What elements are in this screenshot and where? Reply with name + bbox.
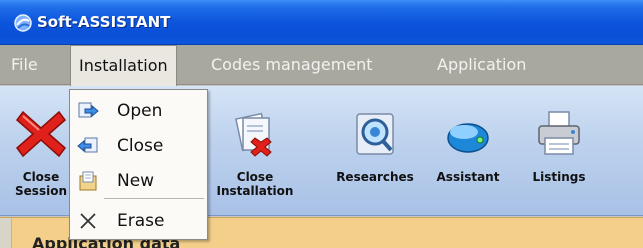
close-installation-label-line1: Close	[236, 170, 274, 184]
title-bar: Soft-ASSISTANT	[0, 0, 643, 45]
menu-option-close[interactable]: Close	[70, 131, 207, 161]
close-label: Close	[117, 136, 164, 156]
close-arrow-icon	[76, 134, 100, 158]
menu-option-open[interactable]: Open	[70, 96, 207, 126]
menu-file[interactable]: File	[3, 45, 46, 85]
magnifier-icon	[349, 108, 401, 160]
printer-icon	[533, 108, 585, 160]
researches-button[interactable]: Researches	[327, 86, 423, 214]
listings-button[interactable]: Listings	[519, 86, 599, 214]
close-session-button[interactable]: Close Session	[8, 86, 74, 214]
researches-label: Researches	[336, 170, 414, 184]
menu-bar: File Installation Codes management Appli…	[0, 45, 643, 89]
new-label: New	[117, 171, 155, 191]
open-arrow-icon	[76, 99, 100, 123]
menu-application[interactable]: Application	[429, 45, 534, 85]
installation-dropdown-menu: Open Close New Erase	[69, 89, 208, 240]
erase-x-icon	[76, 209, 100, 233]
listings-label: Listings	[532, 170, 586, 184]
close-installation-button[interactable]: Close Installation	[215, 86, 295, 214]
menu-separator	[104, 198, 204, 199]
red-x-icon	[15, 108, 67, 160]
window-title: Soft-ASSISTANT	[37, 13, 171, 31]
menu-installation[interactable]: Installation	[70, 45, 177, 89]
open-label: Open	[117, 101, 163, 121]
menu-option-new[interactable]: New	[70, 166, 207, 196]
assistant-device-icon	[442, 108, 494, 160]
new-document-icon	[76, 169, 100, 193]
assistant-label: Assistant	[436, 170, 500, 184]
menu-option-erase[interactable]: Erase	[70, 206, 207, 236]
app-logo-icon	[13, 13, 33, 37]
assistant-button[interactable]: Assistant	[428, 86, 508, 214]
close-installation-icon	[229, 108, 281, 160]
left-rail	[0, 218, 12, 248]
menu-codes-management[interactable]: Codes management	[203, 45, 381, 85]
close-session-label-line1: Close	[22, 170, 60, 184]
close-session-label-line2: Session	[15, 184, 67, 198]
erase-label: Erase	[117, 211, 165, 231]
close-installation-label-line2: Installation	[216, 184, 294, 198]
